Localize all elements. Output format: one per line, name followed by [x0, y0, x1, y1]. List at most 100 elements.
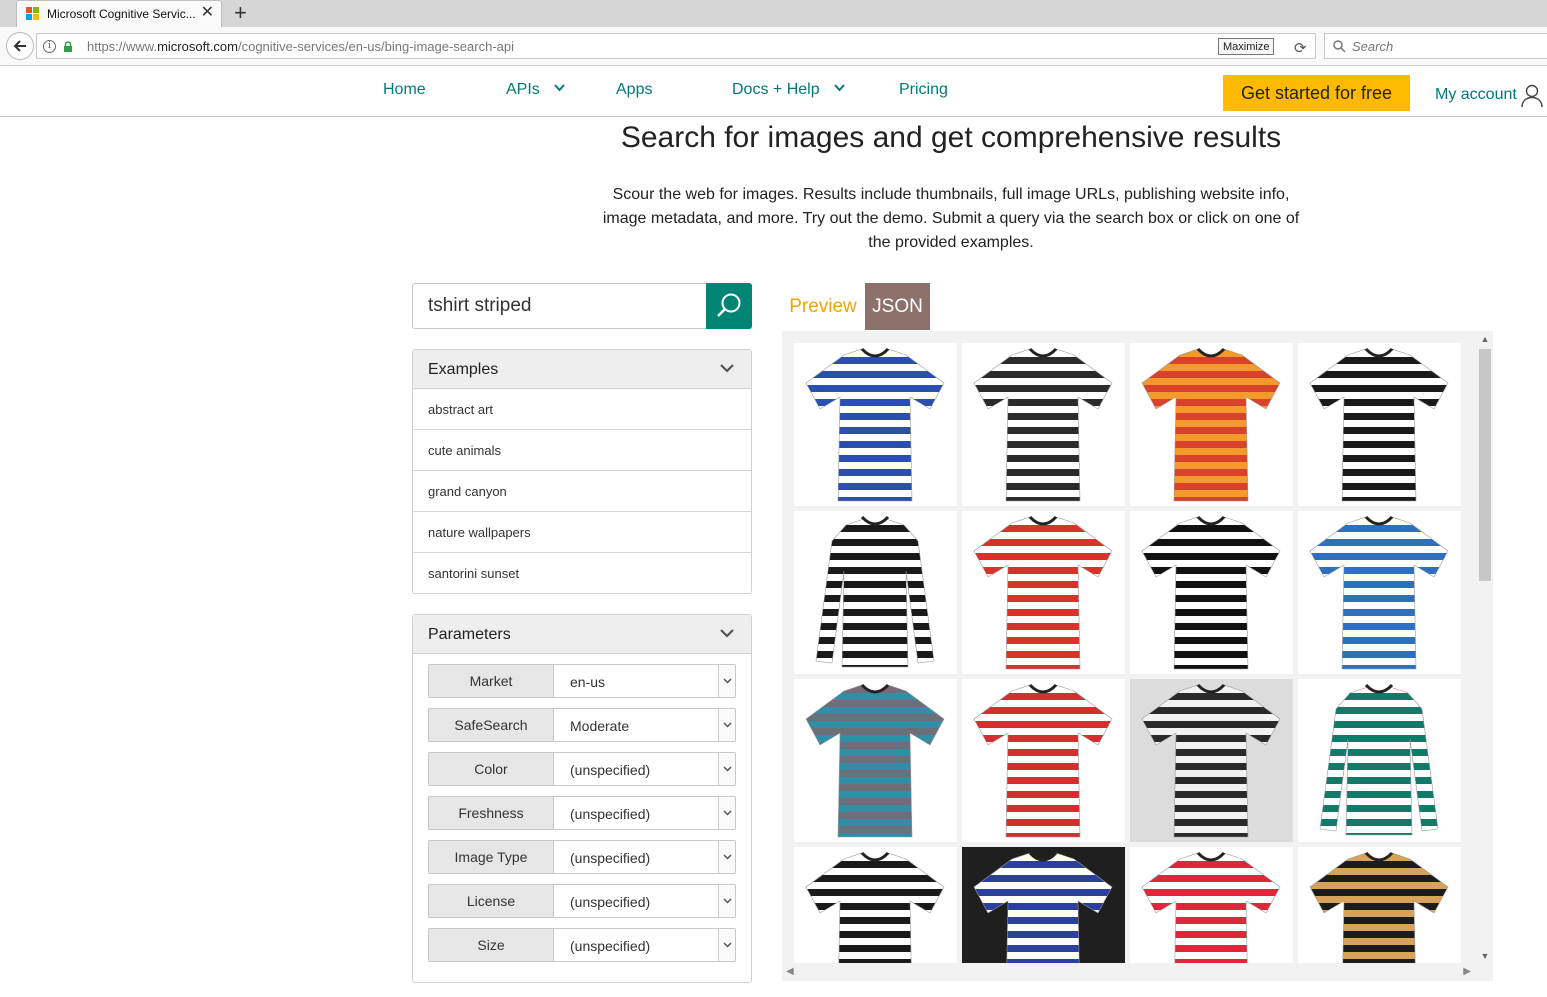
- image-result-thumbnail[interactable]: [962, 511, 1125, 674]
- get-started-button[interactable]: Get started for free: [1223, 75, 1410, 111]
- scroll-down-icon[interactable]: ▼: [1480, 951, 1490, 961]
- info-icon[interactable]: i: [43, 40, 56, 53]
- scroll-right-icon[interactable]: ▶: [1463, 966, 1471, 977]
- parameter-label: Image Type: [428, 840, 554, 874]
- image-result-thumbnail[interactable]: [794, 343, 957, 506]
- chevron-down-icon: [834, 84, 845, 92]
- parameter-row: SafeSearch Moderate: [428, 708, 736, 742]
- maximize-tooltip: Maximize: [1218, 38, 1275, 55]
- parameter-select[interactable]: (unspecified): [553, 884, 736, 918]
- tab-json[interactable]: JSON: [865, 283, 930, 330]
- image-result-thumbnail[interactable]: [794, 847, 957, 963]
- chevron-down-icon: [720, 629, 734, 638]
- dropdown-arrow-icon[interactable]: [718, 709, 735, 741]
- parameters-heading: Parameters: [428, 626, 511, 643]
- vertical-scrollbar[interactable]: ▲ ▼: [1477, 331, 1493, 964]
- image-result-thumbnail[interactable]: [1298, 511, 1461, 674]
- nav-docs-help[interactable]: Docs + Help: [732, 81, 845, 99]
- striped-tshirt-blue-white-icon: [805, 347, 945, 502]
- example-item[interactable]: abstract art: [413, 389, 751, 430]
- parameter-row: License (unspecified): [428, 884, 736, 918]
- scrollbar-thumb[interactable]: [1479, 349, 1491, 581]
- parameter-select[interactable]: Moderate: [553, 708, 736, 742]
- example-item[interactable]: grand canyon: [413, 471, 751, 512]
- image-result-thumbnail[interactable]: [794, 679, 957, 842]
- site-navigation: Home APIs Apps Docs + Help Pricing Get s…: [0, 67, 1547, 117]
- parameter-select[interactable]: en-us: [553, 664, 736, 698]
- striped-tshirt-red-white-icon: [1141, 851, 1281, 963]
- image-result-thumbnail[interactable]: [962, 847, 1125, 963]
- horizontal-scrollbar[interactable]: ◀ ▶: [782, 964, 1477, 981]
- browser-tab[interactable]: Microsoft Cognitive Servic... ✕: [16, 0, 222, 27]
- scroll-left-icon[interactable]: ◀: [786, 966, 794, 977]
- parameter-row: Color (unspecified): [428, 752, 736, 786]
- image-result-thumbnail[interactable]: [1130, 679, 1293, 842]
- microsoft-logo-icon: [26, 7, 40, 21]
- image-result-thumbnail[interactable]: [1298, 343, 1461, 506]
- image-result-thumbnail[interactable]: [962, 343, 1125, 506]
- new-tab-icon[interactable]: +: [234, 1, 247, 25]
- image-result-thumbnail[interactable]: [1298, 847, 1461, 963]
- query-input[interactable]: [428, 294, 698, 318]
- parameters-header[interactable]: Parameters: [413, 615, 751, 654]
- nav-apis-label: APIs: [506, 81, 540, 98]
- parameter-row: Freshness (unspecified): [428, 796, 736, 830]
- dropdown-arrow-icon[interactable]: [718, 753, 735, 785]
- parameter-label: Size: [428, 928, 554, 962]
- reload-icon[interactable]: ⟳: [1294, 39, 1307, 57]
- striped-henley-red-white-icon: [973, 515, 1113, 670]
- address-bar[interactable]: i https://www.microsoft.com/cognitive-se…: [36, 33, 1316, 59]
- search-icon: [1333, 40, 1346, 53]
- parameter-select[interactable]: (unspecified): [553, 752, 736, 786]
- search-button[interactable]: [706, 283, 752, 329]
- example-item[interactable]: santorini sunset: [413, 553, 751, 594]
- nav-apps[interactable]: Apps: [616, 81, 652, 99]
- examples-header[interactable]: Examples: [413, 350, 751, 389]
- close-tab-icon[interactable]: ✕: [201, 4, 214, 22]
- back-arrow-icon: [13, 40, 26, 52]
- chevron-down-icon: [554, 84, 565, 92]
- nav-docs-label: Docs + Help: [732, 81, 820, 98]
- parameter-select[interactable]: (unspecified): [553, 796, 736, 830]
- image-result-thumbnail[interactable]: [1130, 847, 1293, 963]
- nav-apis[interactable]: APIs: [506, 81, 565, 99]
- dropdown-arrow-icon[interactable]: [718, 929, 735, 961]
- parameter-value: (unspecified): [570, 762, 651, 778]
- my-account-link[interactable]: My account: [1435, 86, 1517, 104]
- image-result-thumbnail[interactable]: [1130, 511, 1293, 674]
- image-result-thumbnail[interactable]: [1298, 679, 1461, 842]
- url-text: https://www.microsoft.com/cognitive-serv…: [87, 39, 514, 54]
- chevron-down-icon: [720, 364, 734, 373]
- striped-longsleeve-black-white-icon: [815, 515, 935, 668]
- image-result-thumbnail[interactable]: [962, 679, 1125, 842]
- scroll-up-icon[interactable]: ▲: [1480, 334, 1490, 344]
- parameter-value: (unspecified): [570, 938, 651, 954]
- back-button[interactable]: [6, 32, 34, 60]
- example-item[interactable]: nature wallpapers: [413, 512, 751, 553]
- tab-title: Microsoft Cognitive Servic...: [47, 7, 196, 21]
- dropdown-arrow-icon[interactable]: [718, 885, 735, 917]
- image-grid: [794, 343, 1470, 963]
- dropdown-arrow-icon[interactable]: [718, 841, 735, 873]
- parameter-select[interactable]: (unspecified): [553, 840, 736, 874]
- dropdown-arrow-icon[interactable]: [718, 797, 735, 829]
- search-icon: [717, 293, 741, 317]
- parameter-label: Freshness: [428, 796, 554, 830]
- dropdown-arrow-icon[interactable]: [718, 665, 735, 697]
- browser-search-field[interactable]: Search: [1324, 33, 1547, 59]
- page-description: Scour the web for images. Results includ…: [602, 186, 1300, 251]
- nav-pricing[interactable]: Pricing: [899, 81, 948, 99]
- tab-preview[interactable]: Preview: [782, 283, 864, 330]
- parameter-value: Moderate: [570, 718, 630, 734]
- nav-home[interactable]: Home: [383, 81, 426, 99]
- image-result-thumbnail[interactable]: [794, 511, 957, 674]
- navigation-toolbar: i https://www.microsoft.com/cognitive-se…: [0, 27, 1547, 66]
- striped-tshirt-black-white-icon: [805, 851, 945, 963]
- examples-panel: Examples abstract art cute animals grand…: [412, 349, 752, 594]
- person-icon[interactable]: [1521, 84, 1543, 108]
- parameter-select[interactable]: (unspecified): [553, 928, 736, 962]
- example-item[interactable]: cute animals: [413, 430, 751, 471]
- image-result-thumbnail[interactable]: [1130, 343, 1293, 506]
- parameter-value: (unspecified): [570, 850, 651, 866]
- lock-icon: [64, 41, 72, 52]
